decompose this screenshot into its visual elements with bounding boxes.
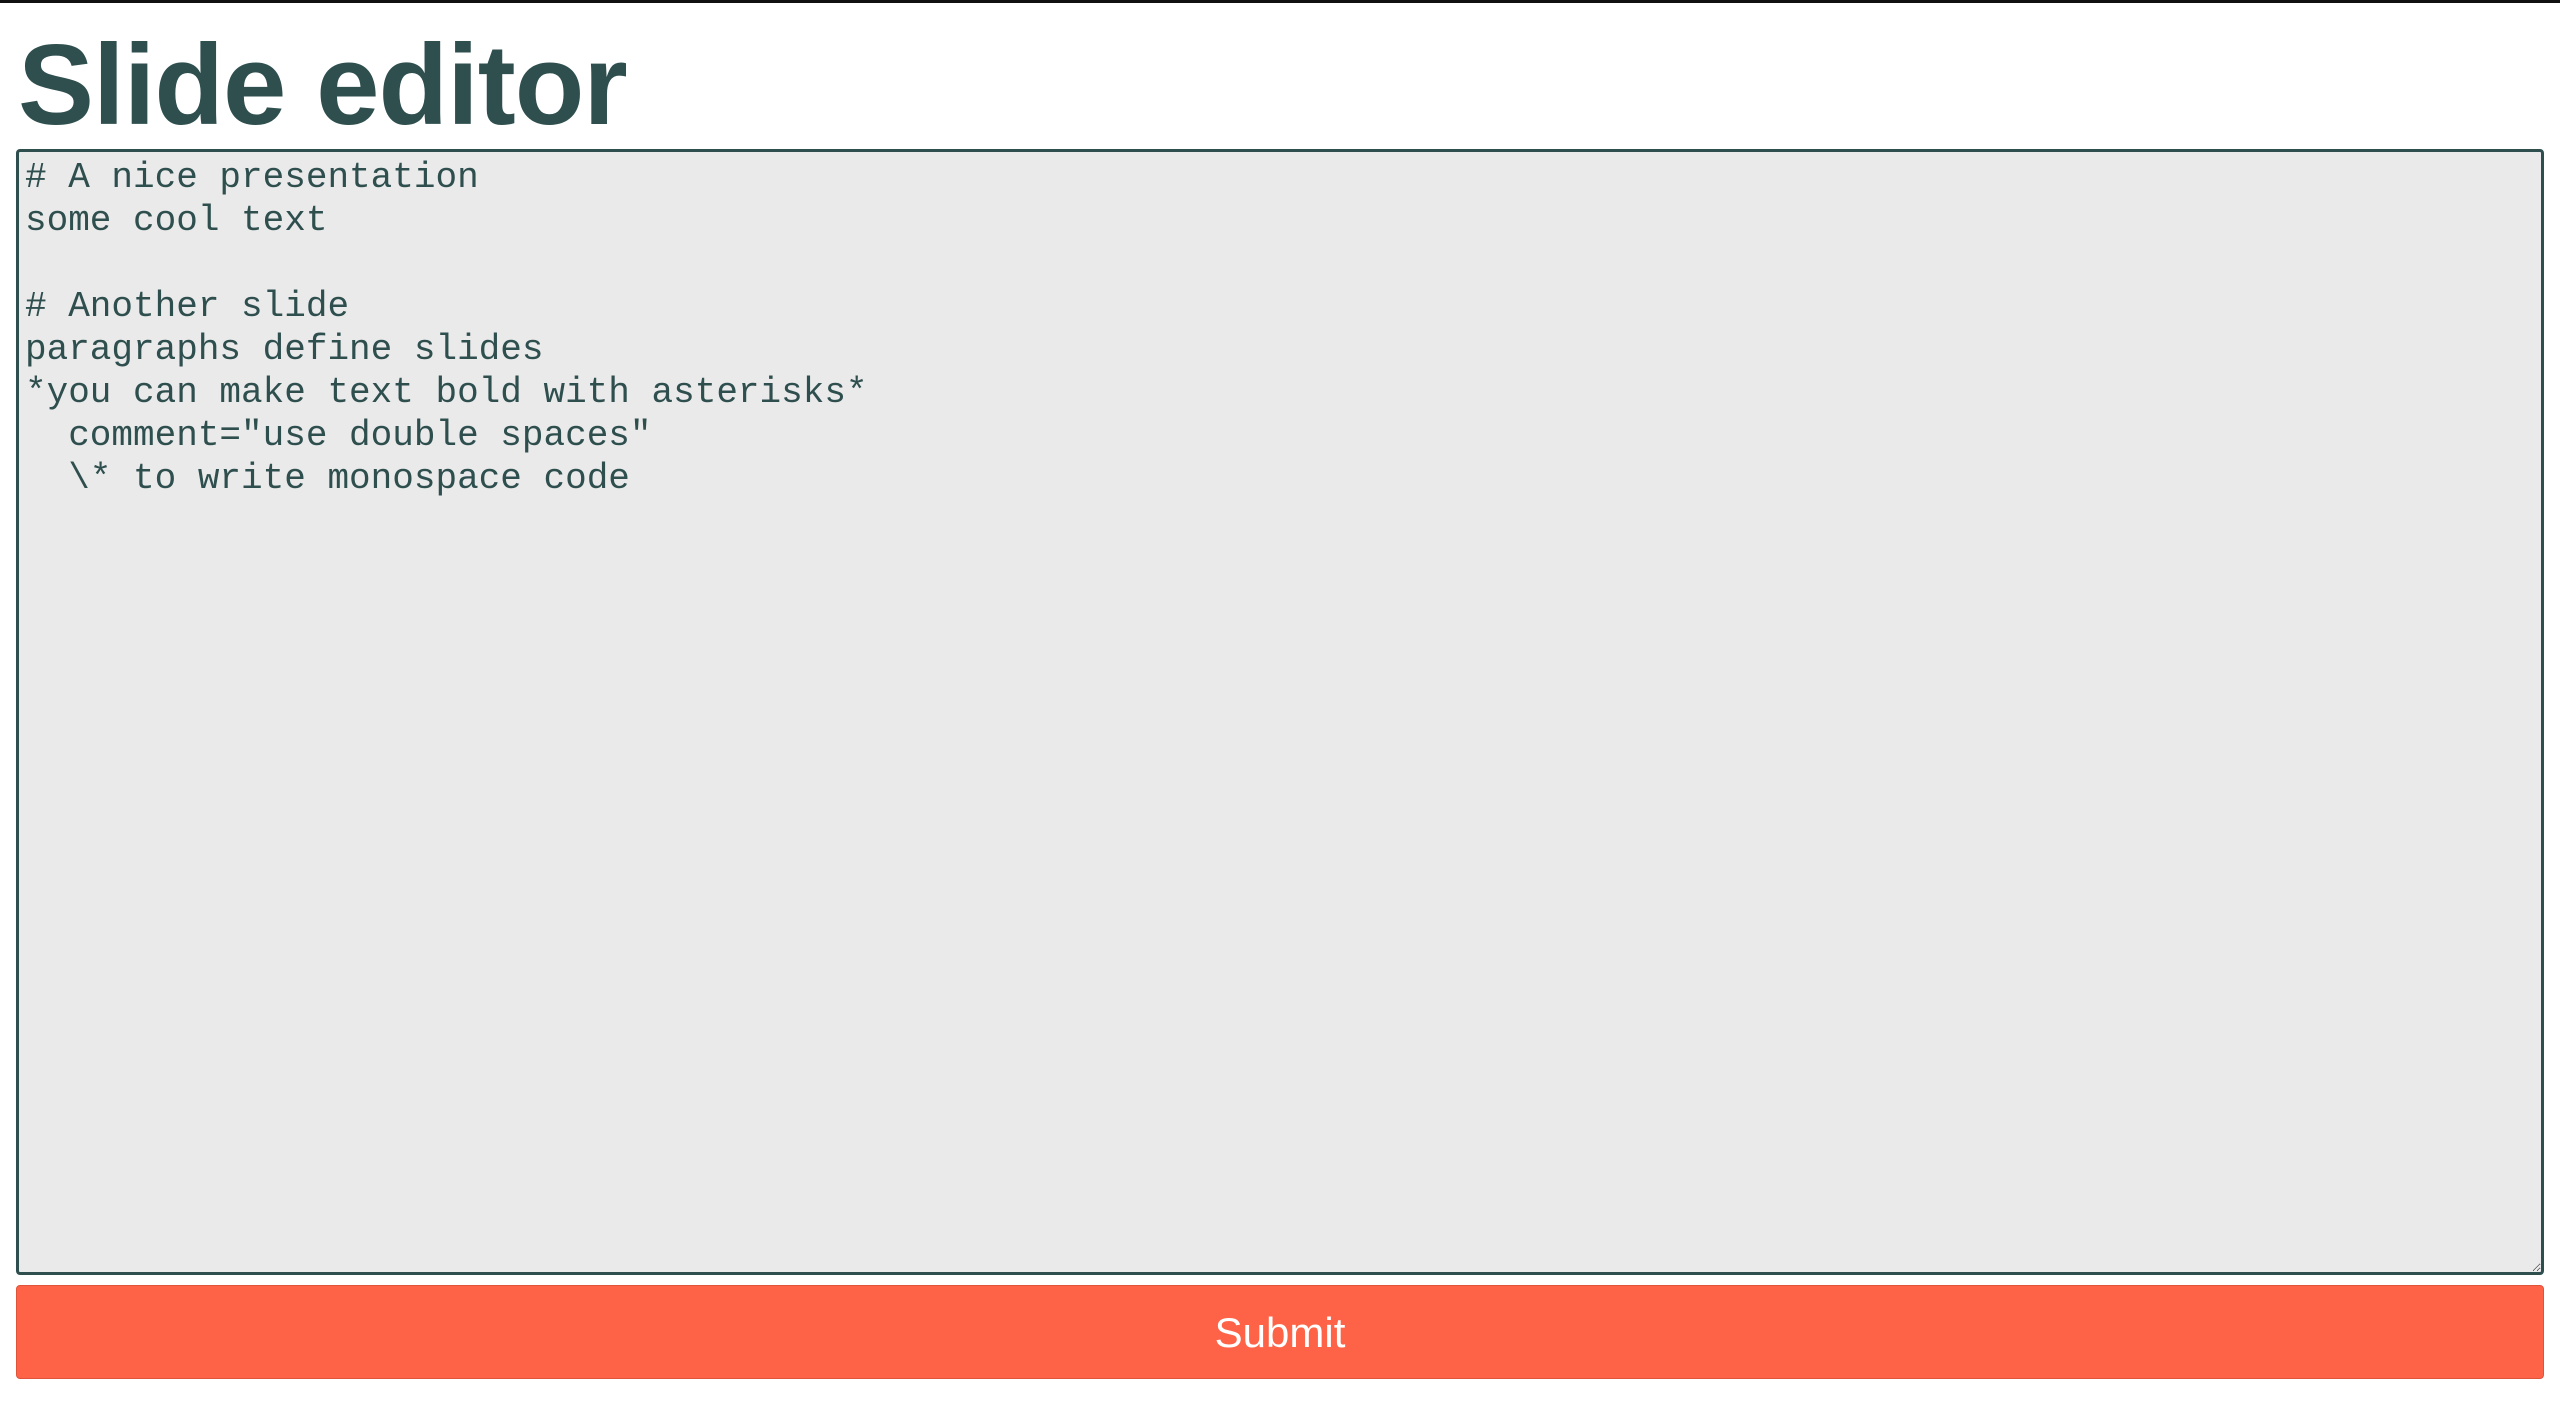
slide-editor-textarea[interactable]: # A nice presentation some cool text # A… xyxy=(16,149,2544,1275)
top-border xyxy=(0,0,2560,3)
submit-button[interactable]: Submit xyxy=(16,1285,2544,1379)
page-title: Slide editor xyxy=(18,22,628,149)
